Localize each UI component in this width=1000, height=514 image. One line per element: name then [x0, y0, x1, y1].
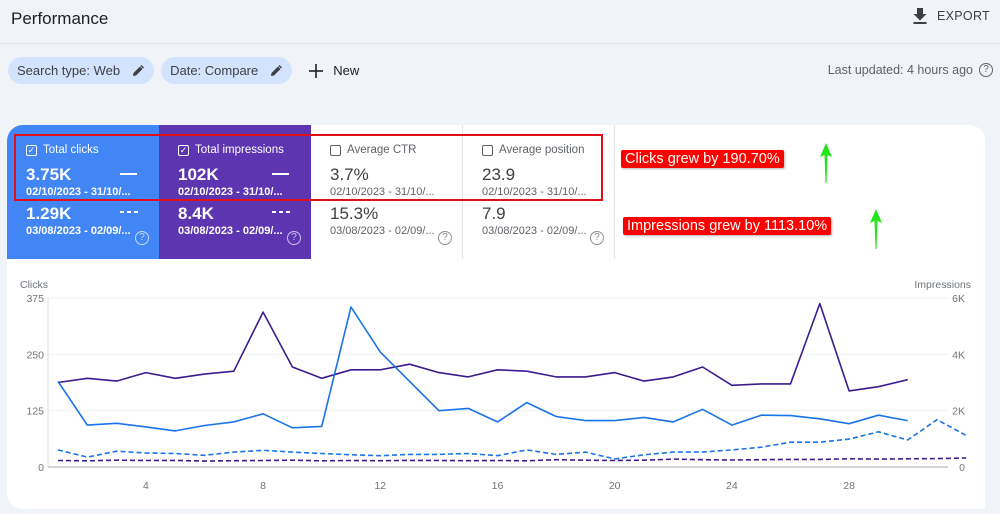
- performance-line-chart[interactable]: Clicks Impressions 0 125 250 375 0 2K 4K 6K 4 8…: [0, 0, 1000, 509]
- y-tick-label: 375: [26, 293, 44, 305]
- y-axis-label: Clicks: [20, 279, 48, 291]
- x-tick-label: 4: [143, 480, 149, 492]
- x-tick-label: 16: [492, 480, 504, 492]
- y2-tick-label: 2K: [952, 406, 965, 418]
- y2-tick-label: 6K: [952, 293, 965, 305]
- x-tick-label: 28: [843, 480, 855, 492]
- impressions-current-line: [57, 302, 908, 392]
- y-tick-label: 250: [26, 349, 44, 361]
- clicks-previous-line: [57, 418, 967, 460]
- clicks-current-line: [57, 306, 908, 432]
- y2-axis-label: Impressions: [914, 279, 971, 291]
- chart-container: Clicks Impressions 0 125 250 375 0 2K 4K 6K 4 8…: [0, 0, 1000, 509]
- x-tick-label: 20: [609, 480, 621, 492]
- x-tick-label: 8: [260, 480, 266, 492]
- x-tick-label: 12: [374, 480, 386, 492]
- x-tick-label: 24: [726, 480, 738, 492]
- y2-tick-label: 4K: [952, 349, 965, 361]
- y2-tick-label: 0: [959, 462, 965, 474]
- y-tick-label: 0: [38, 462, 44, 474]
- impressions-previous-line: [57, 457, 967, 462]
- y-tick-label: 125: [26, 406, 44, 418]
